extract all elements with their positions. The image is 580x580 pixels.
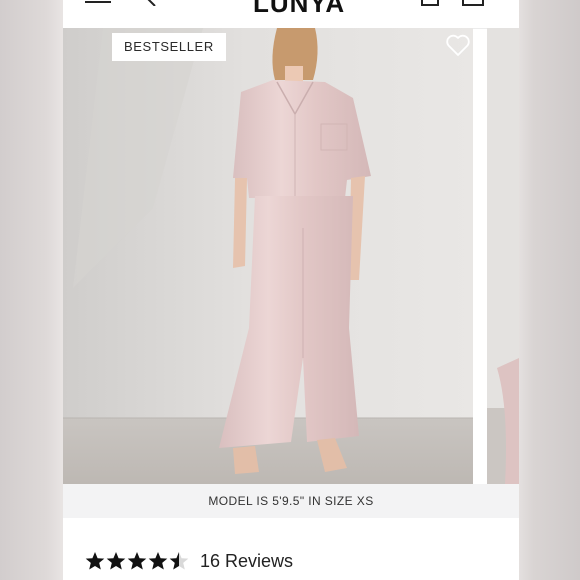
top-nav: LUNYA	[63, 0, 519, 29]
bag-icon[interactable]	[461, 0, 485, 6]
brand-logo[interactable]: LUNYA	[253, 0, 344, 19]
product-page: LUNYA BESTSELLER MODEL IS 5'9.5" IN SIZE…	[63, 0, 519, 580]
product-image-gallery[interactable]: BESTSELLER	[63, 28, 519, 484]
star-rating	[85, 551, 190, 571]
menu-icon[interactable]	[85, 0, 111, 4]
next-product-image[interactable]	[487, 28, 519, 484]
star-half-icon	[169, 552, 189, 570]
bestseller-badge: BESTSELLER	[112, 33, 226, 61]
account-icon[interactable]	[421, 0, 439, 6]
review-count[interactable]: 16 Reviews	[200, 551, 293, 572]
review-summary[interactable]: 16 Reviews	[85, 548, 293, 574]
model-size-caption: MODEL IS 5'9.5" IN SIZE XS	[63, 484, 519, 518]
product-image[interactable]: BESTSELLER	[63, 28, 473, 484]
back-icon[interactable]	[145, 0, 159, 6]
star-full-icon	[106, 552, 126, 570]
next-photo-preview	[487, 28, 519, 484]
star-full-icon	[127, 552, 147, 570]
star-full-icon	[148, 552, 168, 570]
model-photo	[63, 28, 473, 484]
heart-icon[interactable]	[445, 33, 471, 57]
star-full-icon	[85, 552, 105, 570]
